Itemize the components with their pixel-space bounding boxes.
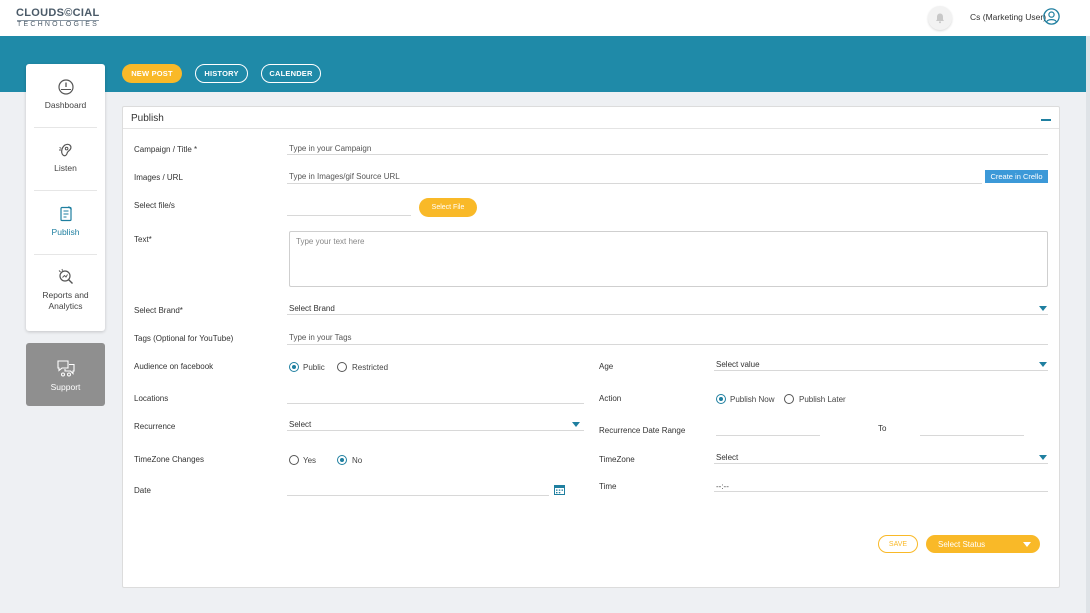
audience-public-radio[interactable] (289, 362, 299, 372)
select-status-label: Select Status (938, 539, 986, 549)
chevron-down-icon[interactable] (1039, 455, 1047, 460)
images-url-label: Images / URL (134, 173, 183, 182)
sidebar-item-label: Reports and Analytics (42, 290, 89, 311)
action-publish-now-radio[interactable] (716, 394, 726, 404)
top-header: CLOUDS©CIAL TECHNOLOGIES Cs (Marketing U… (0, 0, 1090, 36)
post-text-area[interactable]: Type your text here (289, 231, 1048, 287)
brand-select[interactable]: Select Brand (289, 304, 335, 313)
locations-label: Locations (134, 394, 169, 403)
select-file-button[interactable]: Select File (419, 198, 477, 217)
tags-underline (287, 344, 1048, 345)
action-publish-later-radio[interactable] (784, 394, 794, 404)
sidebar-item-label: Listen (54, 163, 77, 173)
time-underline (714, 491, 1048, 492)
chevron-down-icon (1023, 542, 1031, 547)
scrollbar-track[interactable] (1086, 36, 1090, 613)
age-label: Age (599, 362, 614, 371)
company-logo[interactable]: CLOUDS©CIAL TECHNOLOGIES (16, 6, 116, 30)
history-button[interactable]: HISTORY (195, 64, 248, 83)
collapse-minus-icon[interactable] (1041, 119, 1051, 121)
select-brand-label: Select Brand* (134, 306, 183, 315)
file-name-field[interactable] (287, 215, 411, 216)
select-status-button[interactable]: Select Status (926, 535, 1040, 553)
create-in-crello-button[interactable]: Create in Crello (985, 170, 1048, 183)
images-url-underline (287, 183, 982, 184)
logo-text-main: CLOUDS©CIAL (16, 7, 100, 19)
audience-restricted-radio[interactable] (337, 362, 347, 372)
chevron-down-icon[interactable] (1039, 306, 1047, 311)
action-publish-later-label: Publish Later (799, 395, 846, 404)
calender-button[interactable]: CALENDER (261, 64, 321, 83)
select-files-label: Select file/s (134, 201, 175, 210)
sidebar-item-label: Publish (51, 227, 80, 237)
to-label: To (878, 424, 887, 433)
audience-public-label: Public (303, 363, 325, 372)
brand-select-underline (287, 314, 1048, 315)
timezone-changes-yes-label: Yes (303, 456, 317, 465)
sidebar-item-publish[interactable]: Publish (26, 205, 105, 238)
logo-text-sub: TECHNOLOGIES (17, 20, 100, 28)
sidebar-item-label: Dashboard (44, 100, 87, 110)
campaign-title-label: Campaign / Title * (134, 145, 198, 154)
timezone-changes-yes-radio[interactable] (289, 455, 299, 465)
user-name[interactable]: Cs (Marketing User) (970, 12, 1046, 22)
timezone-changes-no-label: No (352, 456, 363, 465)
sidebar-item-dashboard[interactable]: Dashboard (26, 78, 105, 111)
tags-label: Tags (Optional for YouTube) (134, 334, 234, 343)
timezone-changes-no-radio[interactable] (337, 455, 347, 465)
recurrence-select[interactable]: Select (289, 420, 311, 429)
magnifier-chart-icon (58, 268, 73, 284)
audience-restricted-label: Restricted (352, 363, 389, 372)
post-text-placeholder: Type your text here (296, 237, 365, 246)
recurrence-date-range-label: Recurrence Date Range (599, 426, 686, 435)
age-select[interactable]: Select value (716, 360, 760, 369)
recurrence-underline (287, 430, 584, 431)
publish-panel: Publish (122, 106, 1060, 588)
age-select-underline (714, 370, 1048, 371)
timezone-label: TimeZone (599, 455, 635, 464)
locations-input[interactable] (287, 403, 584, 404)
divider (34, 127, 97, 128)
notification-bell-icon[interactable] (928, 6, 952, 30)
new-post-button[interactable]: NEW POST (122, 64, 182, 83)
images-url-input[interactable]: Type in Images/gif Source URL (289, 172, 400, 181)
sidebar-nav: Dashboard Listen Publish Reports and Ana… (26, 64, 105, 331)
action-label: Action (599, 394, 622, 403)
timezone-select[interactable]: Select (716, 453, 738, 462)
panel-title: Publish (131, 113, 164, 124)
date-label: Date (134, 486, 151, 495)
text-label: Text* (134, 235, 152, 244)
chevron-down-icon[interactable] (572, 422, 580, 427)
save-button[interactable]: SAVE (878, 535, 918, 553)
timezone-changes-label: TimeZone Changes (134, 455, 204, 464)
divider (34, 254, 97, 255)
date-input[interactable] (287, 495, 549, 496)
campaign-title-underline (287, 154, 1048, 155)
action-publish-now-label: Publish Now (730, 395, 775, 404)
publish-doc-icon (59, 206, 72, 222)
chevron-down-icon[interactable] (1039, 362, 1047, 367)
range-start-input[interactable] (716, 435, 820, 436)
sidebar-item-listen[interactable]: Listen (26, 141, 105, 174)
ear-icon (58, 143, 71, 157)
speedometer-icon (57, 79, 74, 95)
user-avatar-icon[interactable] (1043, 8, 1060, 25)
recurrence-label: Recurrence (134, 422, 176, 431)
sidebar-item-reports-and-analytics[interactable]: Reports and Analytics (26, 268, 105, 312)
campaign-title-input[interactable]: Type in your Campaign (289, 144, 371, 153)
timezone-underline (714, 463, 1048, 464)
time-label: Time (599, 482, 617, 491)
audience-label: Audience on facebook (134, 362, 214, 371)
support-label: Support (50, 381, 81, 392)
time-input[interactable]: --:-- (716, 482, 729, 491)
range-end-input[interactable] (920, 435, 1024, 436)
calendar-icon[interactable] (554, 484, 565, 495)
support-chat-icon (56, 359, 75, 376)
tags-input[interactable]: Type in your Tags (289, 333, 352, 342)
divider (123, 128, 1059, 129)
divider (34, 190, 97, 191)
support-button[interactable]: Support (26, 343, 105, 406)
